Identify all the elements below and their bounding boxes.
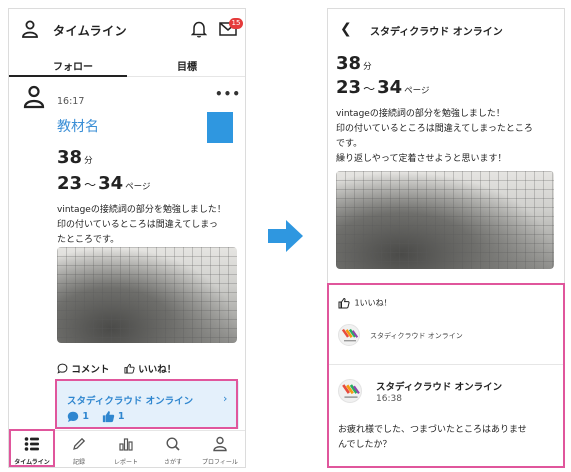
post-actions: コメント いいね！ [57, 361, 176, 375]
post-time: 16:17 [57, 96, 85, 107]
material-name[interactable]: 教材名 [57, 116, 99, 136]
highlight-reactions-section [327, 283, 565, 468]
nav-search[interactable]: さがす [150, 431, 196, 467]
nav-label-report: レポート [113, 459, 138, 466]
arrow-right-icon [268, 220, 303, 252]
tab-goal[interactable]: 目標 [177, 58, 197, 73]
study-pages: 23 ～ 34 ページ [57, 173, 151, 194]
study-pages: 23 ～ 34 ページ [336, 77, 430, 98]
like-button[interactable]: いいね！ [124, 363, 177, 375]
nav-record[interactable]: 記録 [56, 431, 102, 467]
bell-icon[interactable] [191, 20, 207, 38]
post-photo[interactable] [57, 247, 237, 343]
post-text: vintageの接続詞の部分を勉強しました！ 印の付いているところは間違えてしま… [336, 109, 533, 164]
search-icon [166, 437, 180, 451]
back-icon[interactable]: ❮ [340, 21, 352, 37]
comment-label: コメント [71, 364, 110, 375]
chart-icon [119, 438, 133, 451]
highlight-timeline-nav [9, 429, 55, 467]
nav-label-search: さがす [163, 459, 182, 466]
tab-follow[interactable]: フォロー [53, 58, 93, 73]
post-photo[interactable] [336, 171, 554, 269]
comment-button[interactable]: コメント [57, 363, 113, 375]
timeline-tabs: フォロー 目標 [9, 53, 245, 77]
comment-icon [57, 363, 68, 374]
highlight-community-card [55, 379, 238, 429]
study-minutes: 38 分 [57, 147, 93, 168]
material-thumbnail[interactable] [207, 112, 233, 143]
timeline-header: タイムライン 15 [9, 9, 245, 53]
pen-icon [73, 437, 86, 450]
active-tab-indicator [9, 75, 127, 77]
more-icon[interactable]: ••• [215, 87, 241, 101]
nav-label-record: 記録 [72, 459, 85, 466]
account-icon[interactable] [21, 20, 39, 38]
nav-label-profile: プロフィール [202, 459, 238, 466]
nav-report[interactable]: レポート [103, 431, 149, 467]
study-minutes: 38 分 [336, 53, 372, 74]
page-title: タイムライン [53, 24, 128, 38]
thumbs-up-icon [124, 363, 135, 374]
profile-icon [213, 436, 227, 452]
notification-badge: 15 [229, 18, 243, 29]
nav-profile[interactable]: プロフィール [197, 431, 243, 467]
like-label: いいね！ [138, 364, 177, 375]
page-title: スタディクラウド オンライン [370, 27, 503, 38]
post-text: vintageの接続詞の部分を勉強しました！ 印の付いているところは間違えてしま… [57, 205, 226, 245]
avatar[interactable] [23, 85, 45, 109]
